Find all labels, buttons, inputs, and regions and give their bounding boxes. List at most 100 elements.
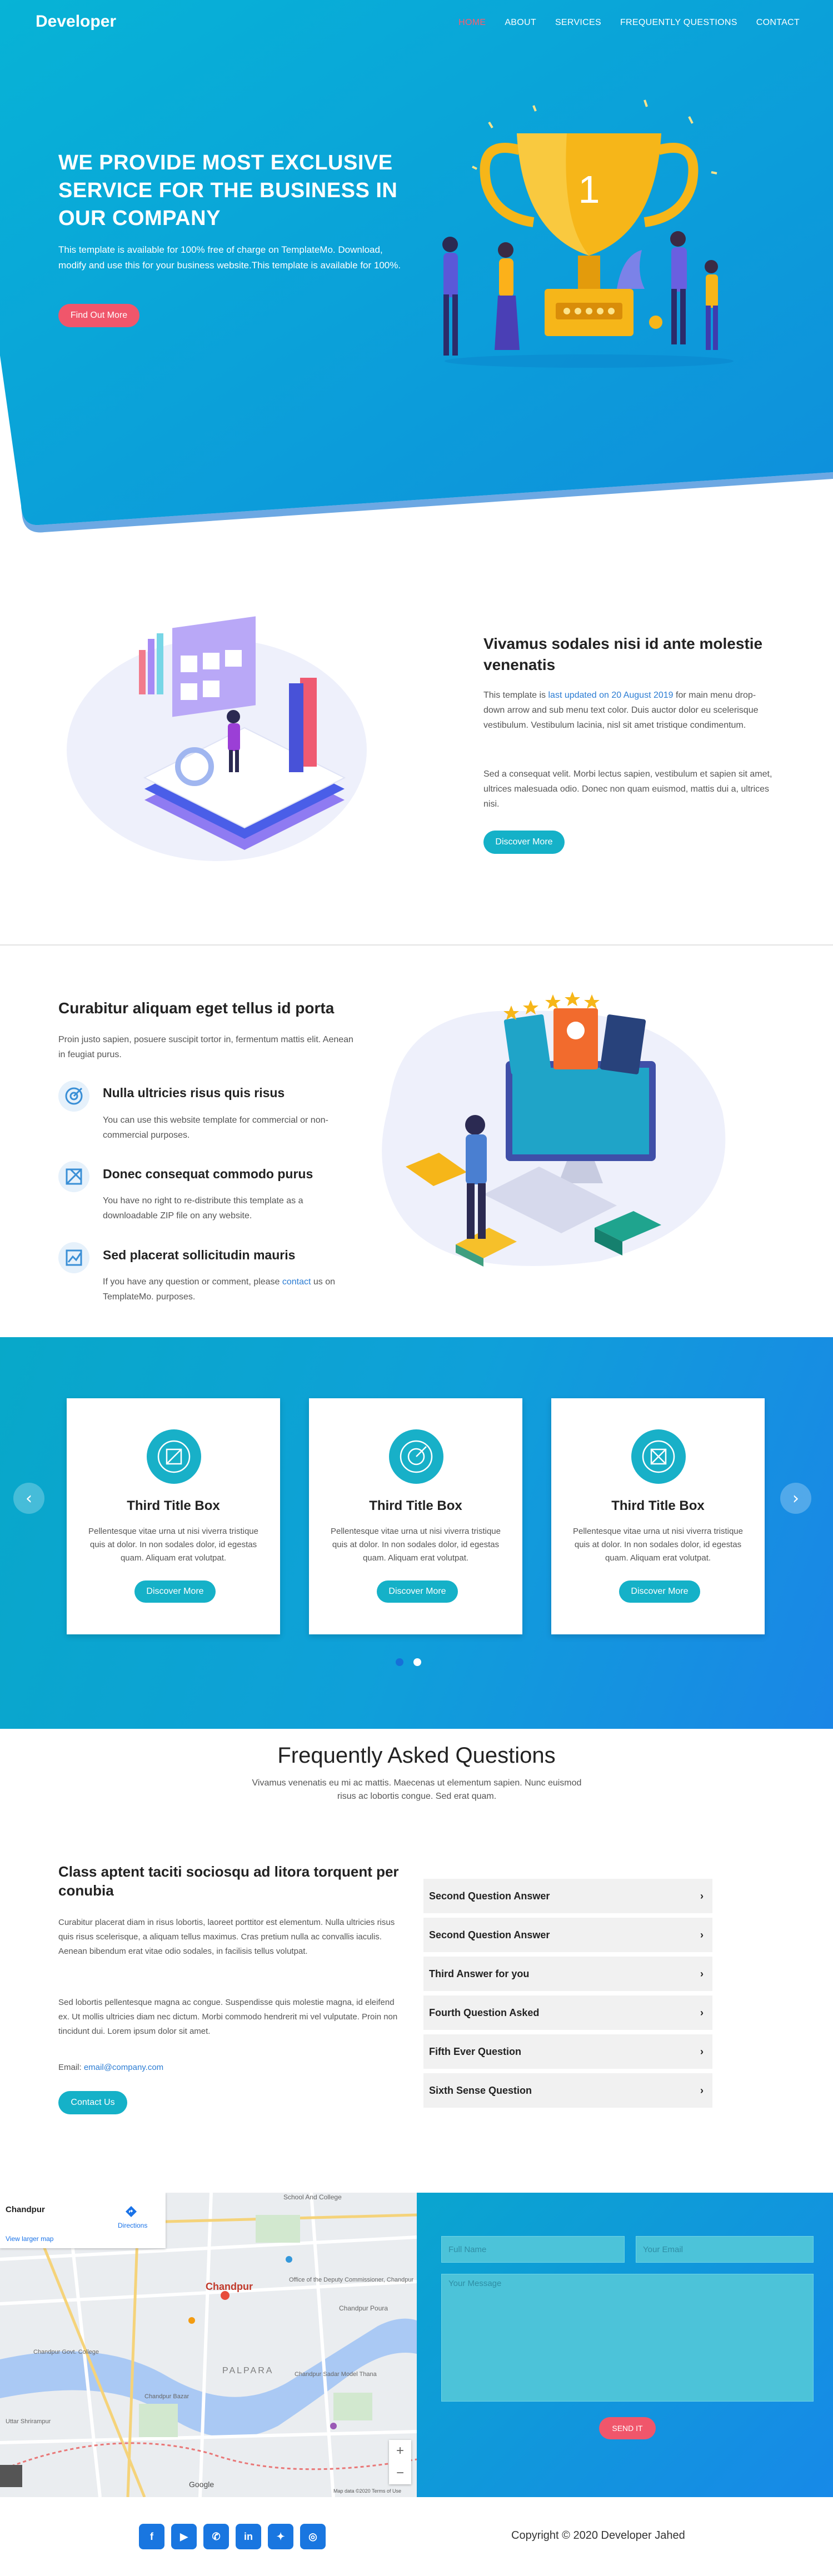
instagram-icon[interactable]: ◎ bbox=[300, 2524, 326, 2549]
hero-title: WE PROVIDE MOST EXCLUSIVE SERVICE FOR TH… bbox=[58, 151, 398, 230]
contact-link[interactable]: contact bbox=[282, 1277, 311, 1287]
target-icon bbox=[58, 1081, 89, 1112]
faq-question-1[interactable]: Second Question Answer › bbox=[423, 1879, 712, 1913]
feature-text-1: You can use this website template for co… bbox=[103, 1116, 328, 1140]
contact-us-button[interactable]: Contact Us bbox=[58, 2091, 127, 2114]
map-label: Chandpur Poura bbox=[339, 2304, 388, 2312]
map-label: Uttar Shrirampur bbox=[6, 2418, 51, 2425]
nav-about[interactable]: ABOUT bbox=[505, 18, 536, 28]
card-text: Pellentesque vitae urna ut nisi viverra … bbox=[573, 1527, 743, 1563]
nav-home[interactable]: HOME bbox=[458, 18, 486, 28]
youtube-icon[interactable]: ▶ bbox=[171, 2524, 197, 2549]
trophy-number: 1 bbox=[578, 168, 600, 211]
service-card-3: Third Title Box Pellentesque vitae urna … bbox=[551, 1398, 765, 1634]
facebook-icon[interactable]: f bbox=[139, 2524, 164, 2549]
faq-question-6[interactable]: Sixth Sense Question › bbox=[423, 2073, 712, 2108]
map-pin-icon[interactable] bbox=[221, 2291, 230, 2300]
card-discover-button[interactable]: Discover More bbox=[377, 1580, 458, 1603]
chevron-right-icon: › bbox=[700, 1929, 704, 1940]
slider-prev-button[interactable]: ‹ bbox=[13, 1483, 44, 1514]
faq-left-title: Class aptent taciti sociosqu ad litora t… bbox=[58, 1863, 399, 1899]
about-paragraph-1: This template is last updated on 20 Augu… bbox=[483, 688, 772, 733]
zoom-in-button[interactable]: + bbox=[396, 2443, 404, 2459]
find-out-more-button[interactable]: Find Out More bbox=[58, 304, 139, 327]
directions-icon[interactable] bbox=[124, 2205, 138, 2218]
card-title: Third Title Box bbox=[611, 1498, 705, 1513]
map-label: Chandpur Sadar Model Thana bbox=[295, 2371, 377, 2378]
hero-text: This template is available for 100% free… bbox=[58, 244, 401, 271]
card-text: Pellentesque vitae urna ut nisi viverra … bbox=[88, 1527, 258, 1563]
faq-question-label: Second Question Answer bbox=[429, 1890, 550, 1902]
chevron-right-icon: › bbox=[700, 1890, 704, 1902]
faq-question-label: Second Question Answer bbox=[429, 1929, 550, 1940]
features-title: Curabitur aliquam eget tellus id porta bbox=[58, 999, 335, 1017]
directions-link[interactable]: Directions bbox=[118, 2222, 147, 2229]
faq-question-label: Third Answer for you bbox=[429, 1968, 530, 1979]
nav-faq[interactable]: FREQUENTLY QUESTIONS bbox=[620, 18, 737, 28]
map-embed[interactable]: Chandpur School And College Office of th… bbox=[0, 2193, 417, 2497]
linkedin-icon[interactable]: in bbox=[236, 2524, 261, 2549]
message-textarea[interactable] bbox=[441, 2274, 814, 2402]
view-larger-map-link[interactable]: View larger map bbox=[6, 2235, 53, 2243]
whatsapp-icon[interactable]: ✆ bbox=[203, 2524, 229, 2549]
main-nav: HOME ABOUT SERVICES FREQUENTLY QUESTIONS… bbox=[458, 18, 800, 28]
section-divider bbox=[0, 944, 833, 946]
chevron-right-icon: › bbox=[700, 1968, 704, 1979]
service-card-1: Third Title Box Pellentesque vitae urna … bbox=[67, 1398, 280, 1634]
services-slider: ‹ Third Title Box Pellentesque vitae urn… bbox=[0, 1337, 833, 1729]
computer-illustration bbox=[382, 992, 726, 1267]
street-view-thumbnail[interactable] bbox=[0, 2465, 22, 2487]
faq-subheading: Vivamus venenatis eu mi ac mattis. Maece… bbox=[252, 1778, 582, 1801]
discover-more-button[interactable]: Discover More bbox=[483, 831, 565, 854]
tools-icon bbox=[147, 1429, 201, 1484]
map-zoom-control: + − bbox=[389, 2440, 411, 2484]
google-logo: Google bbox=[189, 2480, 214, 2489]
feature-text-2: You have no right to re-distribute this … bbox=[103, 1196, 303, 1221]
send-button[interactable]: SEND IT bbox=[599, 2417, 656, 2439]
about-title: Vivamus sodales nisi id ante molestie ve… bbox=[483, 635, 763, 673]
feature-title-3: Sed placerat sollicitudin mauris bbox=[103, 1248, 296, 1262]
email-link[interactable]: email@company.com bbox=[84, 2063, 163, 2072]
email-line: Email: email@company.com bbox=[58, 2060, 403, 2075]
faq-question-label: Fourth Question Asked bbox=[429, 2007, 540, 2018]
twitter-icon[interactable]: ✦ bbox=[268, 2524, 293, 2549]
feature-text-3: If you have any question or comment, ple… bbox=[103, 1274, 353, 1304]
faq-question-4[interactable]: Fourth Question Asked › bbox=[423, 1995, 712, 2030]
update-link[interactable]: last updated on 20 August 2019 bbox=[548, 691, 673, 700]
nav-contact[interactable]: CONTACT bbox=[756, 18, 800, 28]
faq-question-5[interactable]: Fifth Ever Question › bbox=[423, 2034, 712, 2069]
contact-form: SEND IT bbox=[417, 2193, 833, 2497]
about-paragraph-2: Sed a consequat velit. Morbi lectus sapi… bbox=[483, 769, 772, 809]
trophy-illustration: 1 bbox=[442, 99, 734, 368]
faq-question-2[interactable]: Second Question Answer › bbox=[423, 1918, 712, 1952]
brand-logo[interactable]: Developer bbox=[36, 12, 116, 31]
card-discover-button[interactable]: Discover More bbox=[619, 1580, 700, 1603]
slider-dot-2[interactable] bbox=[413, 1658, 421, 1666]
map-label: Office of the Deputy Commissioner, Chand… bbox=[289, 2277, 414, 2283]
full-name-input[interactable] bbox=[441, 2236, 625, 2263]
map-label: Chandpur Govt. College bbox=[33, 2349, 99, 2355]
card-discover-button[interactable]: Discover More bbox=[134, 1580, 216, 1603]
chevron-right-icon: › bbox=[700, 2045, 704, 2057]
slider-dot-1[interactable] bbox=[396, 1658, 403, 1666]
zoom-out-button[interactable]: − bbox=[396, 2465, 404, 2481]
faq-paragraph-2: Sed lobortis pellentesque magna ac congu… bbox=[58, 1998, 398, 2036]
tools-icon bbox=[58, 1161, 89, 1192]
faq-paragraph-1: Curabitur placerat diam in risus loborti… bbox=[58, 1918, 395, 1956]
chevron-right-icon: › bbox=[700, 2084, 704, 2096]
map-city-label: Chandpur bbox=[206, 2281, 253, 2292]
email-input[interactable] bbox=[636, 2236, 814, 2263]
slider-next-button[interactable]: › bbox=[780, 1483, 811, 1514]
map-label: School And College bbox=[283, 2193, 342, 2201]
chart-icon bbox=[58, 1242, 89, 1273]
faq-heading: Frequently Asked Questions bbox=[277, 1743, 556, 1768]
email-label: Email: bbox=[58, 2063, 84, 2072]
dashboard-illustration bbox=[67, 616, 367, 861]
card-text: Pellentesque vitae urna ut nisi viverra … bbox=[331, 1527, 501, 1563]
map-attribution[interactable]: Map data ©2020 Terms of Use bbox=[333, 2488, 401, 2494]
features-intro: Proin justo sapien, posuere suscipit tor… bbox=[58, 1035, 353, 1059]
nav-services[interactable]: SERVICES bbox=[555, 18, 601, 28]
card-title: Third Title Box bbox=[369, 1498, 462, 1513]
tools-icon bbox=[631, 1429, 686, 1484]
faq-question-3[interactable]: Third Answer for you › bbox=[423, 1957, 712, 1991]
